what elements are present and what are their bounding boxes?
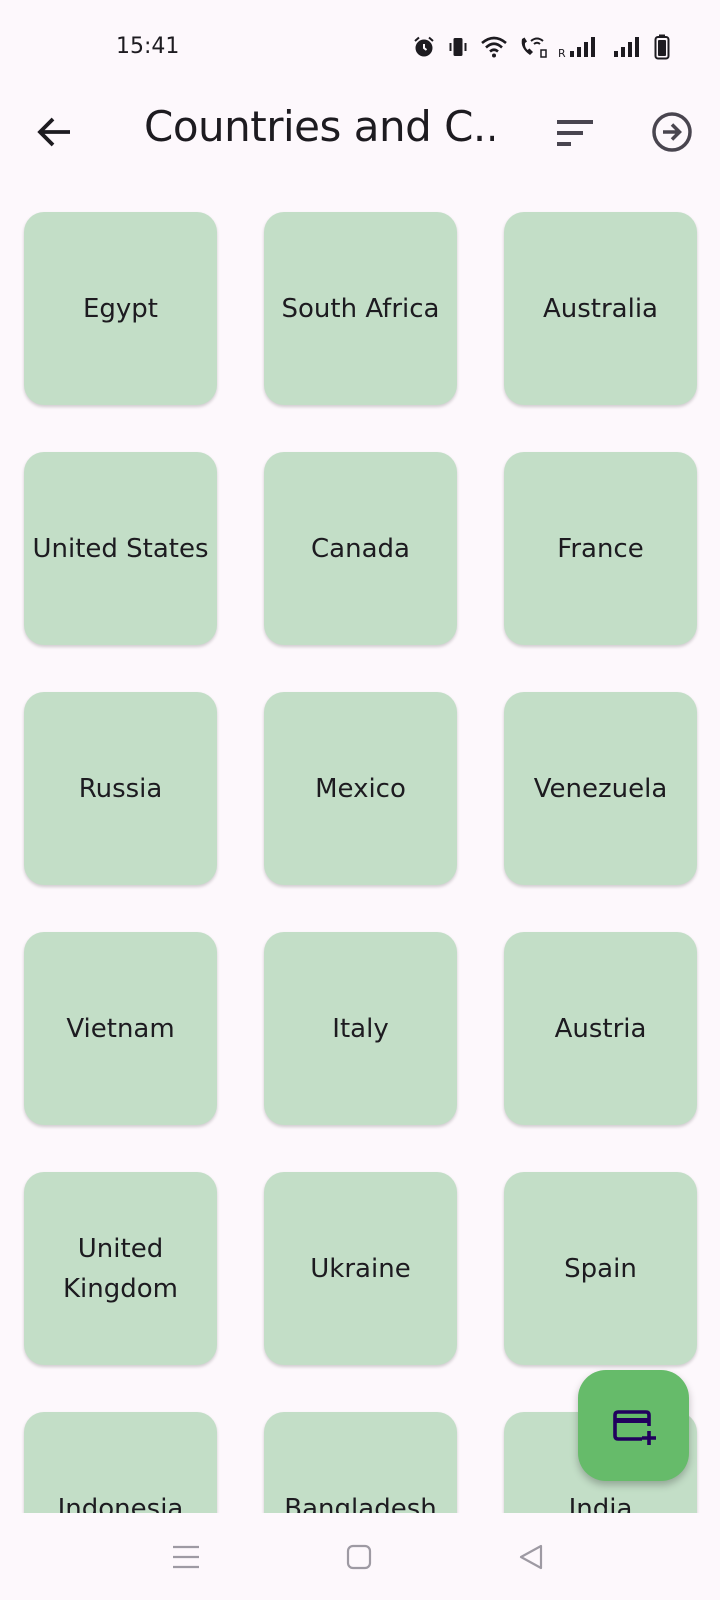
page-title: Countries and C... — [144, 102, 494, 151]
system-nav-bar — [0, 1513, 720, 1600]
country-tile-egypt[interactable]: Egypt — [24, 212, 217, 405]
country-tile-australia[interactable]: Australia — [504, 212, 697, 405]
country-tile-united-kingdom[interactable]: United Kingdom — [24, 1172, 217, 1365]
add-card-icon — [612, 1409, 656, 1445]
system-back-button[interactable] — [514, 1539, 550, 1575]
signal-roaming-icon: R — [558, 37, 595, 59]
status-time: 15:41 — [116, 34, 180, 59]
add-card-fab[interactable] — [578, 1370, 689, 1481]
country-tile-ukraine[interactable]: Ukraine — [264, 1172, 457, 1365]
country-tile-bangladesh[interactable]: Bangladesh — [264, 1412, 457, 1513]
sort-icon — [557, 120, 593, 146]
app-bar: Countries and C... — [0, 90, 720, 170]
country-tile-canada[interactable]: Canada — [264, 452, 457, 645]
home-square-icon — [346, 1544, 372, 1570]
menu-icon — [173, 1545, 199, 1569]
country-tile-mexico[interactable]: Mexico — [264, 692, 457, 885]
sort-button[interactable] — [553, 110, 601, 158]
signal-icon — [614, 37, 639, 57]
countries-grid-viewport[interactable]: Egypt South Africa Australia United Stat… — [0, 170, 720, 1513]
countries-grid: Egypt South Africa Australia United Stat… — [24, 212, 697, 1513]
country-tile-venezuela[interactable]: Venezuela — [504, 692, 697, 885]
country-tile-austria[interactable]: Austria — [504, 932, 697, 1125]
country-tile-united-states[interactable]: United States — [24, 452, 217, 645]
country-tile-italy[interactable]: Italy — [264, 932, 457, 1125]
vibrate-icon — [449, 38, 467, 56]
home-button[interactable] — [341, 1539, 377, 1575]
wifi-icon — [481, 36, 507, 58]
wifi-calling-icon — [521, 37, 547, 58]
arrow-back-icon — [37, 117, 70, 147]
alarm-icon — [414, 36, 434, 57]
country-tile-south-africa[interactable]: South Africa — [264, 212, 457, 405]
svg-text:R: R — [558, 47, 566, 59]
country-tile-indonesia[interactable]: Indonesia — [24, 1412, 217, 1513]
arrow-circle-right-icon — [652, 112, 692, 152]
country-tile-vietnam[interactable]: Vietnam — [24, 932, 217, 1125]
status-bar: 15:41 R — [0, 0, 720, 90]
recents-button[interactable] — [168, 1539, 204, 1575]
status-icons: R — [412, 32, 670, 62]
back-triangle-icon — [519, 1544, 543, 1570]
country-tile-russia[interactable]: Russia — [24, 692, 217, 885]
country-tile-spain[interactable]: Spain — [504, 1172, 697, 1365]
next-button[interactable] — [648, 108, 696, 156]
battery-icon — [654, 34, 670, 60]
country-tile-france[interactable]: France — [504, 452, 697, 645]
back-button[interactable] — [30, 107, 80, 157]
